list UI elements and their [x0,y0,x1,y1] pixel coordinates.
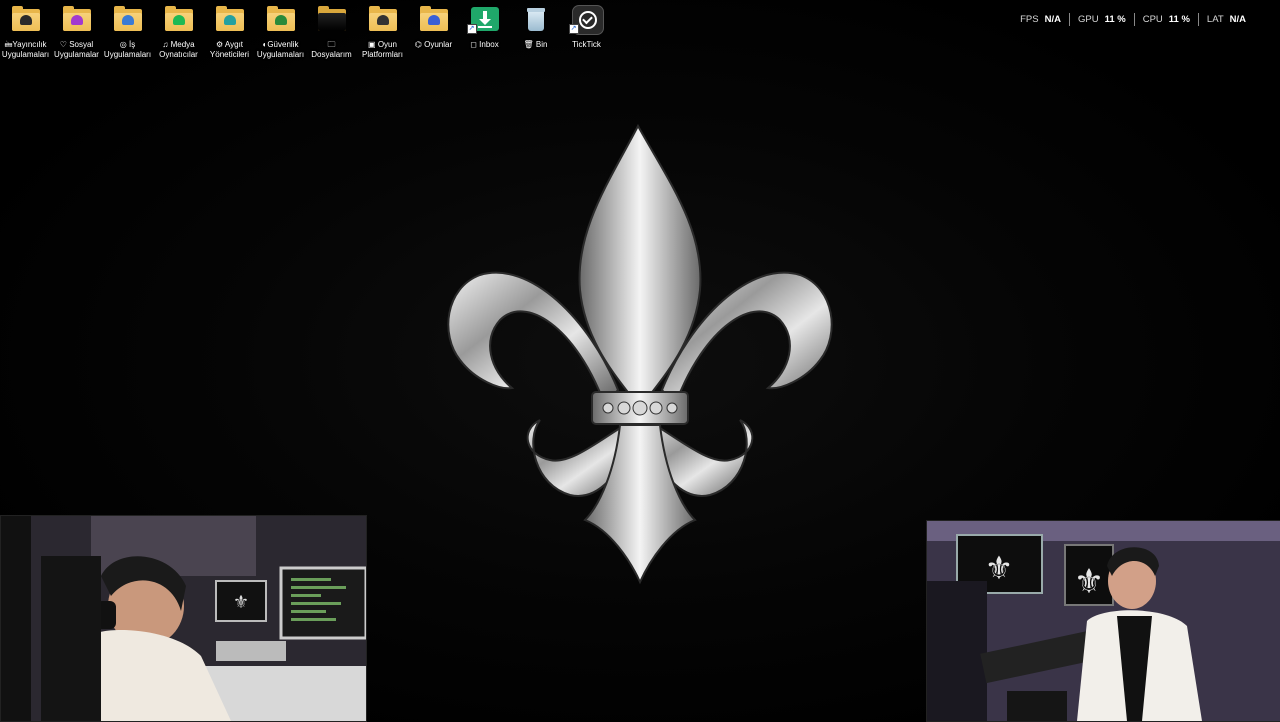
desktop-icon-grid: 🖮Yayıncılık Uygulamaları ♡ Sosyal Uygulama… [0,4,610,64]
cpu-stat: CPU 11 % [1135,14,1198,25]
svg-text:⚜: ⚜ [1074,562,1104,602]
icon-label-line1: TickTick [572,40,601,49]
icon-label-line1: ♫ Medya [162,40,195,49]
shortcut-arrow-icon: ↗ [466,24,477,34]
icon-label-line1: ◐Güvenlik [262,40,299,49]
icon-label-line2: Yöneticileri [209,50,250,59]
icon-label-line2: Dosyalarım [311,50,352,59]
inbox-download-icon: ↗ [466,6,500,34]
social-folder-icon [62,6,92,32]
gaming-platforms-folder-icon [368,6,398,32]
icon-label-line2: Oynatıcılar [159,50,198,59]
ticktick-app-icon: ↗ [568,5,604,35]
webcam-feed-left: ⚜ [0,515,367,722]
icon-label-line1: 🗑 Bin [523,40,548,49]
desktop-icon-media-players[interactable]: ♫ Medya Oynatıcılar [153,4,204,62]
icon-label-line2: Uygulamaları [1,50,50,59]
lat-value: N/A [1229,13,1246,25]
desktop-icon-inbox[interactable]: ↗ ◻ Inbox [459,4,510,62]
icon-label-line1: ⚙ Aygıt [215,40,244,49]
icon-label-line2: Platformları [362,50,403,59]
games-folder-icon [419,6,449,32]
icon-label-line1: ◻ Inbox [470,40,499,49]
fleur-de-lis-emblem [447,123,833,585]
svg-text:⚜: ⚜ [985,549,1014,587]
icon-label-line1: ♡ Sosyal [59,40,94,49]
desktop-icon-recycle-bin[interactable]: 🗑 Bin [510,4,561,62]
webcam-right-scene: ⚜ ⚜ [927,521,1280,721]
cpu-label: CPU [1142,13,1163,25]
gpu-label: GPU [1077,13,1099,25]
media-folder-icon [164,6,194,32]
desktop-icon-work-apps[interactable]: ◎ İş Uygulamaları [102,4,153,62]
shortcut-arrow-icon: ↗ [568,24,579,34]
icon-label-line2: Uygulamaları [256,50,305,59]
desktop-icon-streaming-apps[interactable]: 🖮Yayıncılık Uygulamaları [0,4,51,62]
webcam-feed-right: ⚜ ⚜ [926,520,1280,722]
work-folder-icon [113,6,143,32]
icon-label-line2: Uygulamalar [54,50,99,59]
fps-value: N/A [1044,13,1061,25]
desktop-icon-device-managers[interactable]: ⚙ Aygıt Yöneticileri [204,4,255,62]
recycle-bin-icon [521,6,551,32]
webcam-left-scene: ⚜ [1,516,366,721]
gpu-value: 11 % [1104,13,1126,25]
icon-label-line1: 🗀 [327,40,336,49]
desktop-icon-security-apps[interactable]: ◐Güvenlik Uygulamaları [255,4,306,62]
streaming-folder-icon [11,6,41,32]
fps-stat: FPS N/A [1012,14,1069,25]
svg-text:⚜: ⚜ [233,592,249,613]
icon-label-line1: ▣ Oyun [368,40,397,49]
icon-label-line1: ⌬ Oyunlar [414,40,453,49]
icon-label-line2: Uygulamaları [103,50,152,59]
desktop-icon-gaming-platforms[interactable]: ▣ Oyun Platformları [357,4,408,62]
device-folder-icon [215,6,245,32]
files-folder-icon [317,6,347,32]
gpu-stat: GPU 11 % [1070,14,1134,25]
desktop-icon-games[interactable]: ⌬ Oyunlar [408,4,459,62]
lat-label: LAT [1206,13,1224,25]
desktop-icon-ticktick[interactable]: ↗ TickTick [561,4,612,62]
fps-label: FPS [1020,13,1039,25]
security-folder-icon [266,6,296,32]
desktop-icon-social-apps[interactable]: ♡ Sosyal Uygulamalar [51,4,102,62]
cpu-value: 11 % [1168,13,1190,25]
icon-label-line1: ◎ İş [119,40,136,49]
latency-stat: LAT N/A [1199,14,1254,25]
performance-overlay: FPS N/A GPU 11 % CPU 11 % LAT N/A [1012,12,1254,26]
icon-label-line1: 🖮Yayıncılık [4,40,47,49]
desktop-icon-my-files[interactable]: 🗀 Dosyalarım [306,4,357,62]
